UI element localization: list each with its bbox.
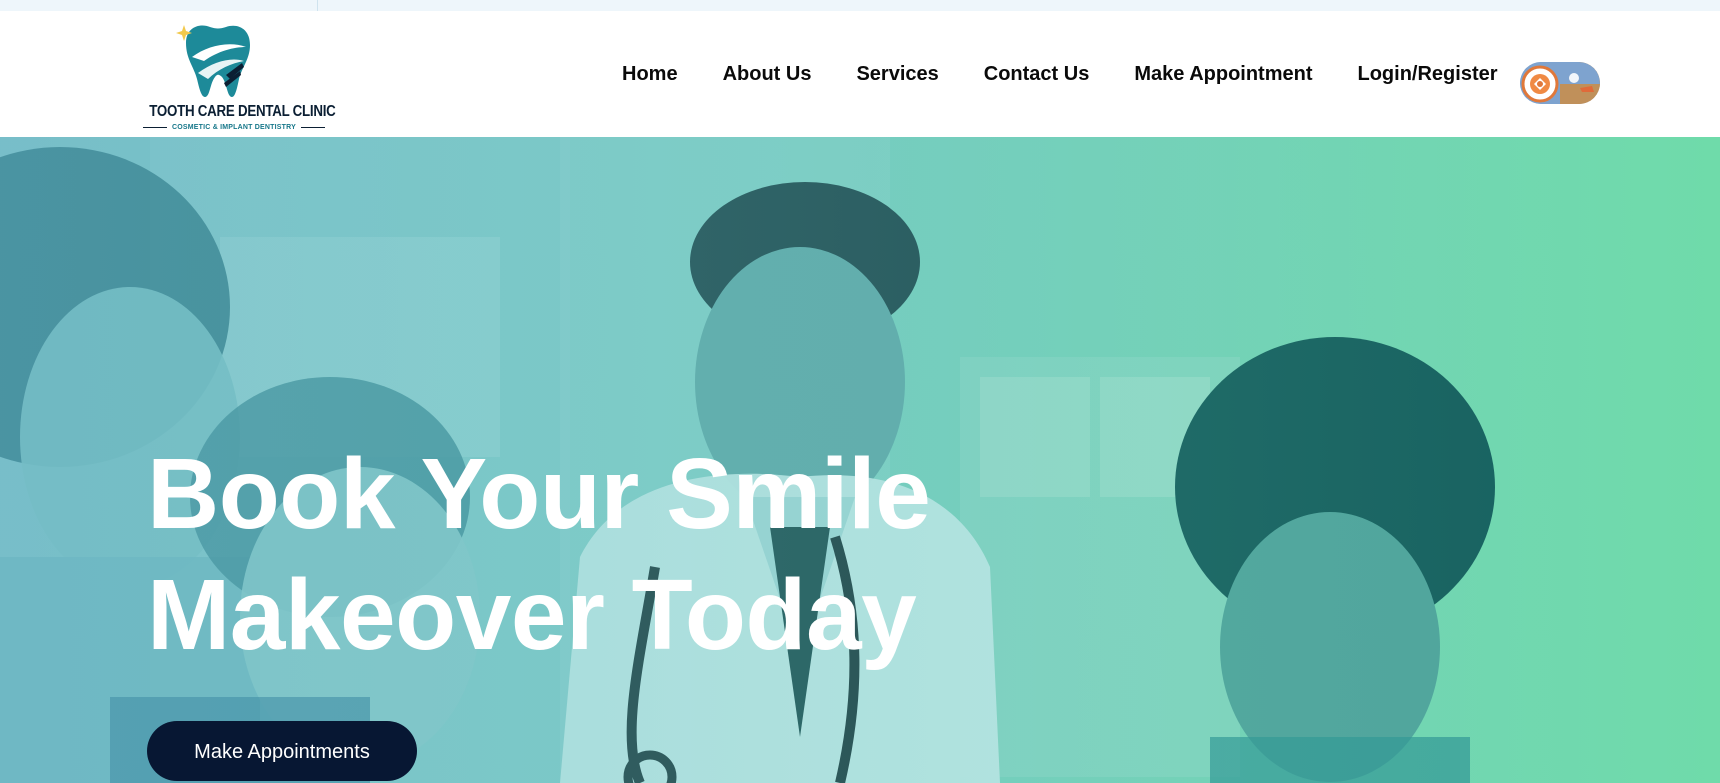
nav-login-register[interactable]: Login/Register [1358, 63, 1498, 86]
hero-heading-line-2: Makeover Today [147, 559, 917, 671]
nav-make-appointment[interactable]: Make Appointment [1134, 63, 1312, 86]
nav-services[interactable]: Services [856, 63, 938, 86]
top-strip [0, 0, 1720, 11]
bot-avatar-button[interactable] [1520, 62, 1600, 104]
clinic-name: TOOTH CARE DENTAL CLINIC [149, 103, 336, 120]
make-appointments-button[interactable]: Make Appointments [147, 721, 417, 781]
hero-heading-line-1: Book Your Smile [147, 438, 931, 550]
hero-section: Book Your Smile Makeover Today Make Appo… [0, 137, 1720, 783]
site-header: TOOTH CARE DENTAL CLINIC COSMETIC & IMPL… [0, 11, 1720, 137]
top-strip-divider [317, 0, 318, 11]
bot-avatar-icon [1520, 62, 1600, 104]
hero-heading: Book Your Smile Makeover Today [147, 434, 931, 676]
nav-about-us[interactable]: About Us [723, 63, 812, 86]
tooth-logo-icon [176, 25, 250, 97]
nav-contact-us[interactable]: Contact Us [984, 63, 1090, 86]
clinic-logo[interactable]: TOOTH CARE DENTAL CLINIC COSMETIC & IMPL… [138, 17, 336, 133]
nav-home[interactable]: Home [622, 63, 678, 86]
main-nav: Home About Us Services Contact Us Make A… [622, 63, 1498, 86]
clinic-tagline: COSMETIC & IMPLANT DENTISTRY [138, 124, 298, 131]
